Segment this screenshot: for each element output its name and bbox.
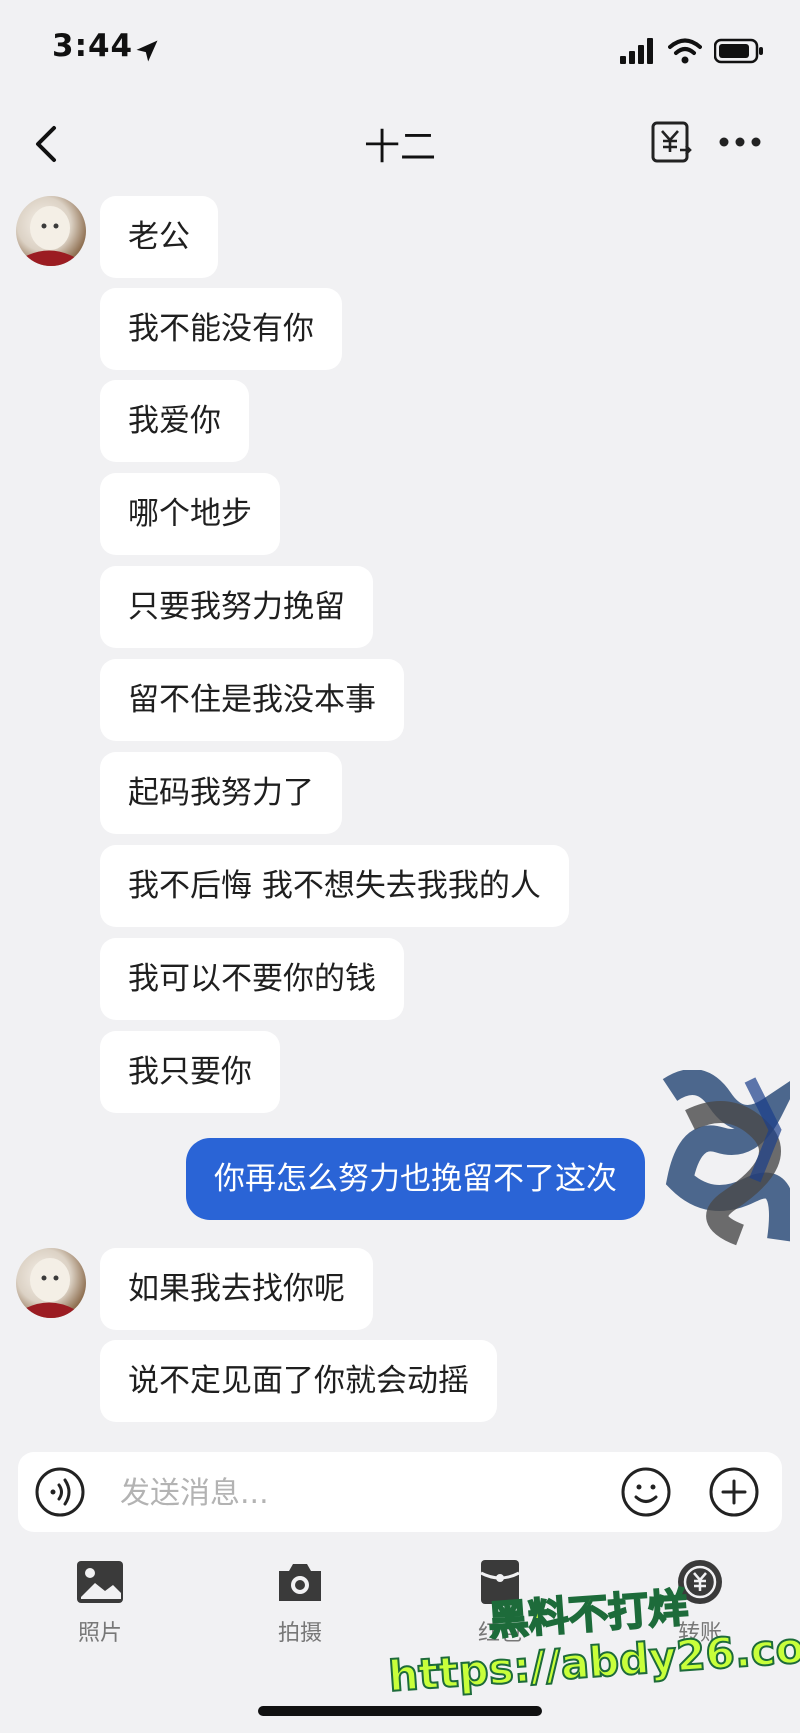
voice-icon[interactable] xyxy=(34,1466,86,1518)
location-arrow-icon xyxy=(136,40,158,62)
photo-button[interactable]: 照片 xyxy=(40,1545,160,1665)
message-bubble-received[interactable]: 我不后悔 我不想失去我我的人 xyxy=(100,845,569,927)
message-bubble-received[interactable]: 如果我去找你呢 xyxy=(100,1248,373,1330)
photo-label: 照片 xyxy=(77,1621,122,1646)
message-bubble-received[interactable]: 老公 xyxy=(100,196,218,278)
message-bubble-received[interactable]: 说不定见面了你就会动摇 xyxy=(100,1340,497,1422)
wifi-icon xyxy=(668,38,702,64)
status-indicators xyxy=(620,36,764,66)
battery-icon xyxy=(714,38,763,64)
plus-icon[interactable] xyxy=(708,1466,760,1518)
emoji-icon[interactable] xyxy=(620,1466,672,1518)
message-input-bar xyxy=(18,1452,782,1532)
camera-button[interactable]: 拍摄 xyxy=(240,1545,360,1665)
chat-screen: 3:44 十二 老公 我不能没有你 我爱你 哪个地步 只要我努力挽留 留不住是我… xyxy=(0,0,800,1733)
photo-icon xyxy=(77,1561,123,1603)
contact-avatar[interactable] xyxy=(16,196,86,266)
signal-icon xyxy=(620,38,653,64)
status-bar: 3:44 xyxy=(0,0,800,100)
nav-bar: 十二 xyxy=(0,100,800,190)
message-bubble-received[interactable]: 我只要你 xyxy=(100,1031,280,1113)
message-bubble-sent[interactable]: 你再怎么努力也挽留不了这次 xyxy=(186,1138,645,1220)
chat-area: 老公 我不能没有你 我爱你 哪个地步 只要我努力挽留 留不住是我没本事 起码我努… xyxy=(0,190,800,1440)
message-bubble-received[interactable]: 起码我努力了 xyxy=(100,752,342,834)
camera-label: 拍摄 xyxy=(277,1621,322,1646)
more-options-icon[interactable] xyxy=(718,134,762,150)
camera-icon xyxy=(279,1564,321,1601)
message-bubble-received[interactable]: 只要我努力挽留 xyxy=(100,566,373,648)
home-indicator xyxy=(258,1706,542,1716)
redaction-scribble xyxy=(662,1070,790,1246)
message-bubble-received[interactable]: 我爱你 xyxy=(100,380,249,462)
message-input[interactable] xyxy=(118,1462,622,1524)
message-bubble-received[interactable]: 留不住是我没本事 xyxy=(100,659,404,741)
transfer-yen-icon[interactable] xyxy=(650,120,694,164)
contact-avatar[interactable] xyxy=(16,1248,86,1318)
message-bubble-received[interactable]: 我不能没有你 xyxy=(100,288,342,370)
message-bubble-received[interactable]: 我可以不要你的钱 xyxy=(100,938,404,1020)
status-time: 3:44 xyxy=(52,28,134,64)
message-bubble-received[interactable]: 哪个地步 xyxy=(100,473,280,555)
